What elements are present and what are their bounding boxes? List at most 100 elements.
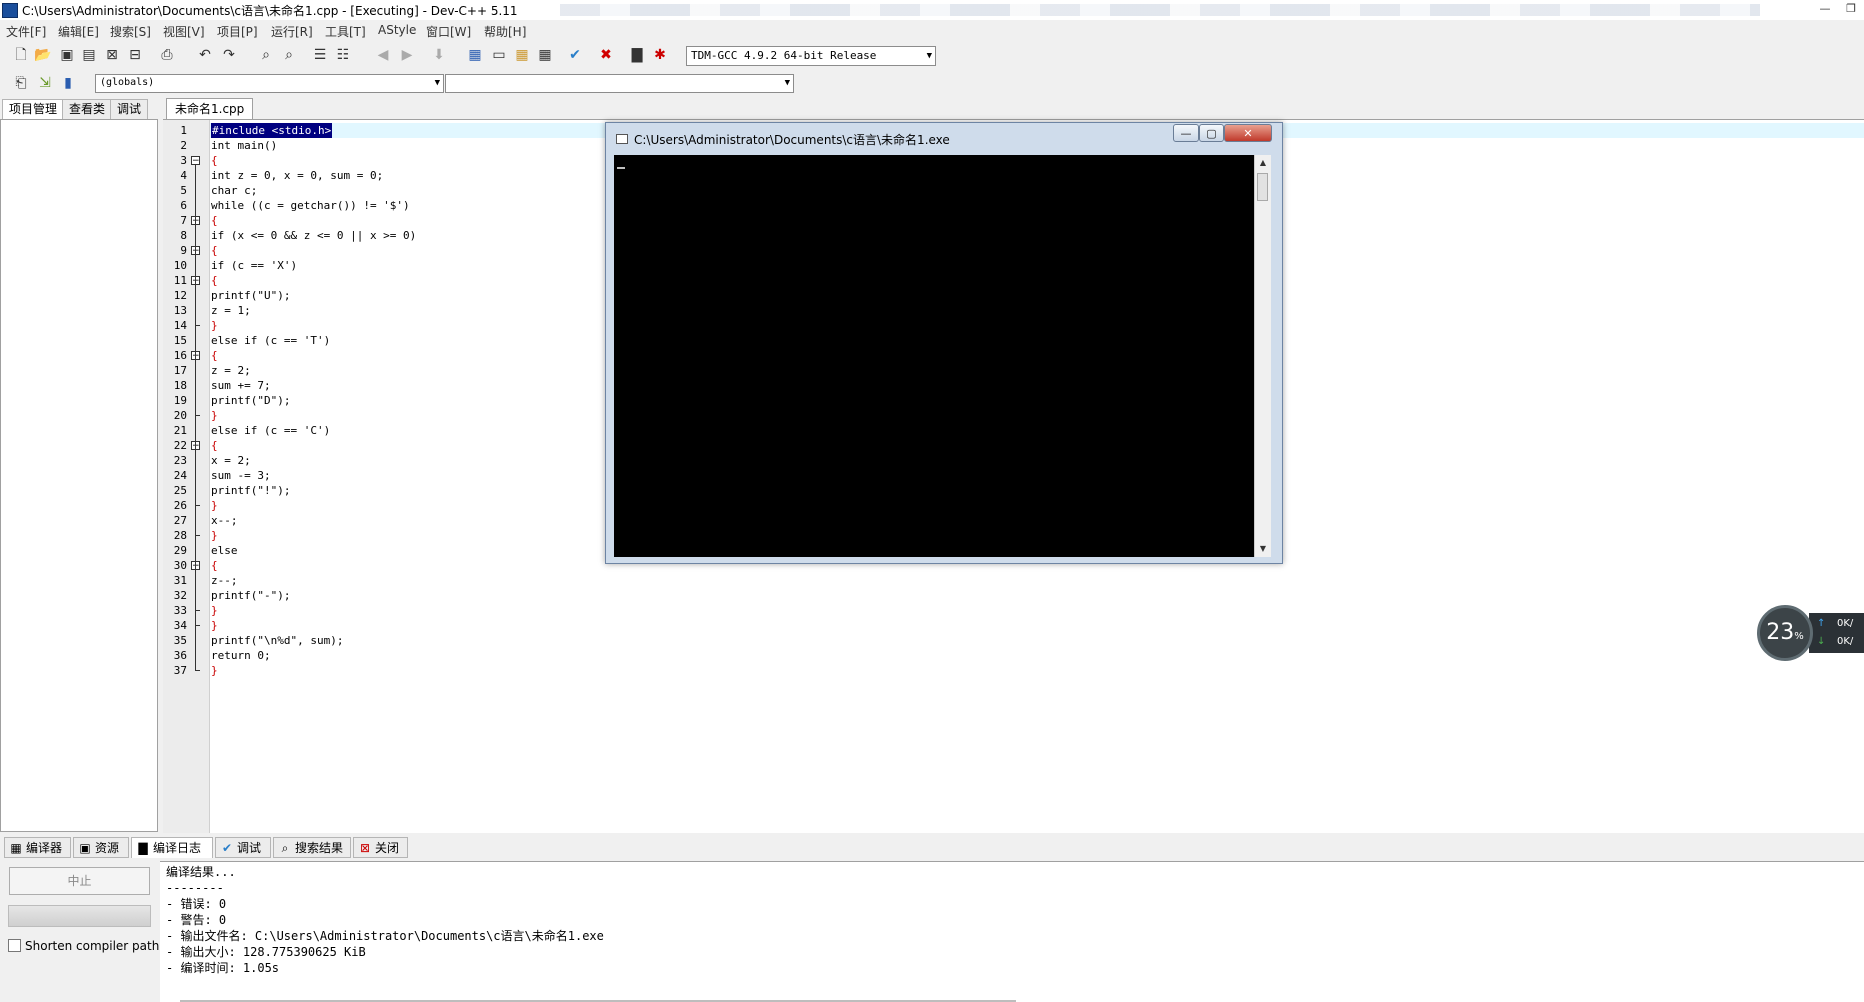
unindent-icon[interactable]: ☷	[334, 46, 352, 64]
debug-icon[interactable]: ✱	[651, 46, 669, 64]
code-line[interactable]: else if (c == 'T')	[211, 333, 330, 348]
tab-compiler[interactable]: ▦ 编译器	[4, 837, 71, 858]
console-output[interactable]	[614, 155, 1254, 557]
rebuild-icon[interactable]: ▦	[536, 46, 554, 64]
scope-select[interactable]: (globals) ▼	[95, 74, 444, 93]
tab-search-results[interactable]: ⌕ 搜索结果	[273, 837, 351, 858]
profile-icon[interactable]: ▇	[628, 46, 646, 64]
console-restore-button[interactable]: ▢	[1199, 124, 1224, 142]
code-line[interactable]: if (c == 'X')	[211, 258, 297, 273]
minimize-button[interactable]: —	[1812, 1, 1838, 17]
code-line[interactable]: printf("\n%d", sum);	[211, 633, 343, 648]
fold-toggle-icon[interactable]: −	[191, 156, 200, 166]
code-line[interactable]: }	[211, 663, 218, 678]
open-file-icon[interactable]: 📂	[34, 46, 52, 64]
bookmark-next-icon[interactable]: ▶	[398, 46, 416, 64]
code-line[interactable]: if (x <= 0 && z <= 0 || x >= 0)	[211, 228, 416, 243]
tab-compile-log[interactable]: ▇ 编译日志	[131, 837, 213, 858]
menu-run[interactable]: 运行[R]	[271, 23, 313, 40]
code-line[interactable]: {	[211, 438, 218, 453]
code-line[interactable]: sum += 7;	[211, 378, 271, 393]
run-icon[interactable]: ▭	[490, 46, 508, 64]
menu-astyle[interactable]: AStyle	[378, 23, 416, 37]
save-all-icon[interactable]: ▤	[80, 46, 98, 64]
compile-run-icon[interactable]: ▦	[513, 46, 531, 64]
tab-close[interactable]: ⊠ 关闭	[353, 837, 408, 858]
code-line[interactable]: }	[211, 618, 218, 633]
project-tree[interactable]	[0, 119, 158, 832]
code-line[interactable]: printf("D");	[211, 393, 290, 408]
console-minimize-button[interactable]: —	[1173, 124, 1199, 142]
scroll-up-icon[interactable]: ▲	[1255, 155, 1271, 171]
toggle-bookmark-icon[interactable]: ▮	[59, 74, 77, 92]
function-select[interactable]: ▼	[445, 74, 794, 93]
code-line[interactable]: z = 1;	[211, 303, 251, 318]
code-line[interactable]: printf("!");	[211, 483, 290, 498]
code-line[interactable]: x = 2;	[211, 453, 251, 468]
save-icon[interactable]: ▣	[58, 46, 76, 64]
code-line[interactable]: return 0;	[211, 648, 271, 663]
code-line[interactable]: }	[211, 528, 218, 543]
insert-icon[interactable]: ⎗	[12, 74, 30, 92]
code-line[interactable]: {	[211, 348, 218, 363]
console-scrollbar[interactable]: ▲ ▼	[1254, 155, 1271, 557]
stop-execution-icon[interactable]: ✖	[597, 46, 615, 64]
shorten-paths-checkbox[interactable]: Shorten compiler paths	[8, 939, 166, 953]
scroll-down-icon[interactable]: ▼	[1255, 541, 1271, 557]
code-line[interactable]: {	[211, 558, 218, 573]
console-close-button[interactable]: ✕	[1224, 124, 1272, 142]
code-line[interactable]: char c;	[211, 183, 257, 198]
goto-line-icon[interactable]: ⬇	[430, 46, 448, 64]
undo-icon[interactable]: ↶	[196, 46, 214, 64]
new-file-icon[interactable]: 🗋	[12, 46, 30, 64]
find-icon[interactable]: ⌕	[257, 46, 275, 64]
editor-tab[interactable]: 未命名1.cpp	[166, 98, 254, 119]
compiler-select[interactable]: TDM-GCC 4.9.2 64-bit Release ▼	[686, 46, 936, 66]
tab-classes[interactable]: 查看类	[62, 99, 113, 119]
scroll-thumb[interactable]	[1257, 173, 1268, 201]
network-widget[interactable]: ↑ 0K/ ↓ 0K/ 23%	[1757, 605, 1864, 661]
code-line[interactable]: int main()	[211, 138, 277, 153]
stop-compile-button[interactable]: 中止	[9, 867, 150, 895]
code-line[interactable]: }	[211, 603, 218, 618]
code-line[interactable]: {	[211, 153, 218, 168]
code-line[interactable]: {	[211, 213, 218, 228]
code-line[interactable]: printf("-");	[211, 588, 290, 603]
code-line[interactable]: }	[211, 498, 218, 513]
tab-resources[interactable]: ▣ 资源	[73, 837, 129, 858]
code-line[interactable]: else if (c == 'C')	[211, 423, 330, 438]
compile-log[interactable]: 编译结果... -------- - 错误: 0 - 警告: 0 - 输出文件名…	[160, 861, 1864, 1002]
replace-icon[interactable]: ⌕	[280, 46, 298, 64]
code-line[interactable]: }	[211, 318, 218, 333]
menu-project[interactable]: 项目[P]	[217, 23, 258, 40]
code-line[interactable]: int z = 0, x = 0, sum = 0;	[211, 168, 383, 183]
goto-icon[interactable]: ⇲	[36, 74, 54, 92]
close-all-icon[interactable]: ⊟	[126, 46, 144, 64]
menu-tools[interactable]: 工具[T]	[325, 23, 366, 40]
redo-icon[interactable]: ↷	[220, 46, 238, 64]
restore-button[interactable]: ❐	[1838, 1, 1864, 17]
code-line[interactable]: sum -= 3;	[211, 468, 271, 483]
code-line[interactable]: {	[211, 243, 218, 258]
code-line[interactable]: {	[211, 273, 218, 288]
menu-edit[interactable]: 编辑[E]	[58, 23, 99, 40]
code-line[interactable]: #include <stdio.h>	[211, 123, 333, 138]
tab-debug[interactable]: 调试	[110, 99, 149, 119]
code-line[interactable]: z--;	[211, 573, 238, 588]
close-file-icon[interactable]: ⊠	[103, 46, 121, 64]
print-icon[interactable]: ⎙	[158, 46, 176, 64]
code-line[interactable]: z = 2;	[211, 363, 251, 378]
code-line[interactable]: x--;	[211, 513, 238, 528]
console-window[interactable]: C:\Users\Administrator\Documents\c语言\未命名…	[605, 122, 1283, 564]
tab-debug-output[interactable]: ✔ 调试	[215, 837, 271, 858]
code-line[interactable]: else	[211, 543, 238, 558]
menu-help[interactable]: 帮助[H]	[484, 23, 526, 40]
menu-window[interactable]: 窗口[W]	[426, 23, 471, 40]
menu-file[interactable]: 文件[F]	[6, 23, 46, 40]
checkbox-box[interactable]	[8, 939, 21, 952]
code-line[interactable]: while ((c = getchar()) != '$')	[211, 198, 410, 213]
compile-icon[interactable]: ▦	[466, 46, 484, 64]
syntax-check-icon[interactable]: ✔	[566, 46, 584, 64]
indent-icon[interactable]: ☰	[311, 46, 329, 64]
bookmark-back-icon[interactable]: ◀	[374, 46, 392, 64]
